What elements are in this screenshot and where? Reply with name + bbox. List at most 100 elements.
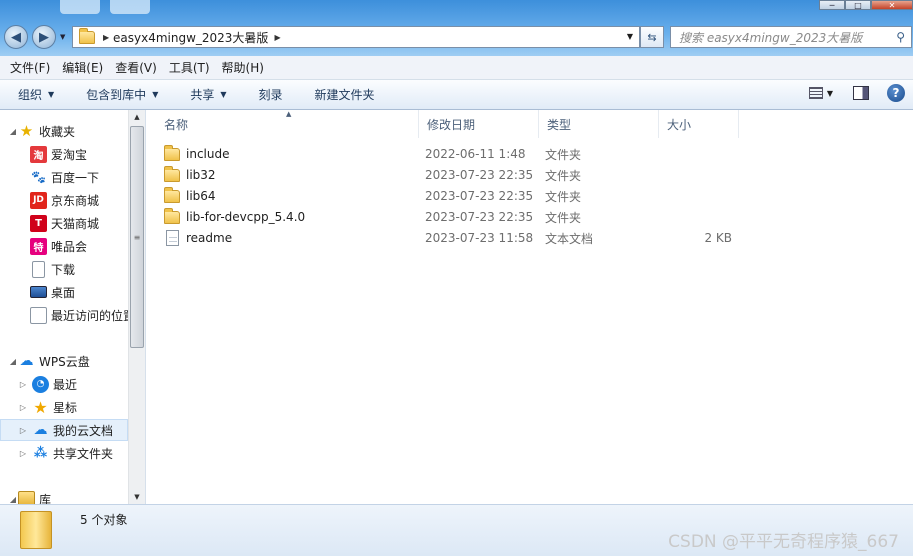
folder-icon: [79, 28, 95, 44]
column-header-label: 大小: [667, 117, 692, 132]
baidu-icon: 🐾: [31, 170, 46, 184]
title-bar: ─ □ ✕ ◀ ▶ ▼ ▶ easyx4mingw_2023大暑版 ▶ ▼ ⇆ …: [0, 0, 913, 56]
refresh-icon: ⇆: [647, 30, 657, 44]
sidebar-item-label: 百度一下: [51, 170, 100, 185]
expand-arrow-icon[interactable]: ▷: [18, 449, 28, 458]
address-bar[interactable]: ▶ easyx4mingw_2023大暑版 ▶ ▼: [72, 26, 640, 48]
file-row-lib64[interactable]: lib64 2023-07-23 22:35 文件夹: [164, 186, 724, 206]
sidebar-item-cloud-docs[interactable]: ▷ ☁ 我的云文档: [0, 419, 128, 441]
arrow-left-icon: ◀: [11, 29, 21, 45]
close-button[interactable]: ✕: [871, 0, 913, 10]
burn-button[interactable]: 刻录: [259, 86, 283, 103]
breadcrumb-arrow-icon[interactable]: ▶: [274, 33, 280, 42]
sidebar-item-recent[interactable]: ▷ ◔ 最近: [0, 373, 128, 395]
chevron-down-icon: ▼: [48, 90, 55, 99]
file-row-include[interactable]: include 2022-06-11 1:48 文件夹: [164, 144, 724, 164]
column-header-size[interactable]: 大小: [659, 110, 739, 138]
sidebar-item-vip[interactable]: 特 唯品会: [0, 235, 128, 257]
refresh-button[interactable]: ⇆: [640, 26, 664, 48]
include-in-library-button[interactable]: 包含到库中 ▼: [86, 86, 158, 103]
search-input[interactable]: 搜索 easyx4mingw_2023大暑版 ⚲: [670, 26, 912, 48]
file-list: ▲ 名称 修改日期 类型 大小 include 2022-06-11 1:48 …: [146, 110, 913, 504]
change-view-icon[interactable]: [808, 87, 823, 99]
clock-icon: ◔: [32, 375, 49, 393]
file-type: 文件夹: [545, 147, 582, 162]
new-folder-button[interactable]: 新建文件夹: [315, 86, 375, 103]
sidebar-item-label: 京东商城: [51, 193, 100, 208]
new-folder-label: 新建文件夹: [314, 88, 375, 102]
sidebar-item-tmall[interactable]: T 天猫商城: [0, 212, 128, 234]
file-size: 2 KB: [704, 231, 732, 245]
scroll-up-icon[interactable]: ▲: [129, 110, 145, 124]
file-row-lib-for-devcpp[interactable]: lib-for-devcpp_5.4.0 2023-07-23 22:35 文件…: [164, 207, 724, 227]
sidebar-item-recent-places[interactable]: 最近访问的位置: [0, 304, 128, 326]
minimize-button[interactable]: ─: [819, 0, 845, 10]
preview-pane-icon[interactable]: [853, 86, 869, 100]
menu-tools[interactable]: 工具(T): [169, 59, 210, 76]
help-icon[interactable]: ?: [887, 84, 905, 102]
sidebar-item-label: 下载: [51, 262, 76, 277]
folder-icon: [164, 207, 180, 224]
organize-button[interactable]: 组织 ▼: [18, 86, 54, 103]
collapse-arrow-icon[interactable]: ◢: [8, 127, 18, 136]
expand-arrow-icon[interactable]: ▷: [18, 426, 28, 435]
column-header-type[interactable]: 类型: [539, 110, 659, 138]
maximize-button[interactable]: □: [845, 0, 871, 10]
recent-places-icon: [30, 306, 47, 324]
folder-icon: [164, 165, 180, 182]
chevron-down-icon: ▼: [152, 90, 159, 99]
breadcrumb-current[interactable]: easyx4mingw_2023大暑版: [113, 29, 268, 46]
menu-edit[interactable]: 编辑(E): [62, 59, 103, 76]
view-options-dropdown-icon[interactable]: ▼: [827, 89, 833, 98]
breadcrumb-arrow-icon[interactable]: ▶: [103, 33, 109, 42]
file-name: readme: [186, 231, 233, 245]
organize-label: 组织: [18, 88, 43, 102]
share-label: 共享: [190, 88, 215, 102]
file-name: lib64: [186, 189, 216, 203]
sidebar-group-favorites[interactable]: ◢ ★ 收藏夹: [0, 120, 128, 142]
command-bar: 组织 ▼ 包含到库中 ▼ 共享 ▼ 刻录 新建文件夹 ▼ ?: [0, 80, 913, 110]
desktop-icon: [30, 286, 47, 298]
download-icon: [32, 260, 45, 278]
sidebar-item-desktop[interactable]: 桌面: [0, 281, 128, 303]
file-type: 文件夹: [545, 168, 582, 183]
share-button[interactable]: 共享 ▼: [190, 86, 226, 103]
include-in-library-label: 包含到库中: [86, 88, 147, 102]
expand-arrow-icon[interactable]: ▷: [18, 380, 28, 389]
scroll-thumb[interactable]: ≡: [130, 126, 144, 348]
recent-pages-dropdown[interactable]: ▼: [60, 33, 65, 41]
sidebar-item-shared-folder[interactable]: ▷ ⁂ 共享文件夹: [0, 442, 128, 464]
file-row-readme[interactable]: readme 2023-07-23 11:58 文本文档 2 KB: [164, 228, 732, 248]
collapse-arrow-icon[interactable]: ◢: [8, 495, 18, 504]
file-row-lib32[interactable]: lib32 2023-07-23 22:35 文件夹: [164, 165, 724, 185]
sidebar-item-baidu[interactable]: 🐾 百度一下: [0, 166, 128, 188]
search-icon[interactable]: ⚲: [896, 30, 905, 44]
details-pane: 5 个对象 CSDN @平平无奇程序猿_667: [0, 504, 913, 556]
sidebar-item-label: 唯品会: [51, 239, 88, 254]
back-button[interactable]: ◀: [4, 25, 28, 49]
menu-file[interactable]: 文件(F): [10, 59, 50, 76]
sidebar-group-wps[interactable]: ◢ ☁ WPS云盘: [0, 350, 128, 372]
navigation-pane: ◢ ★ 收藏夹 淘 爱淘宝 🐾 百度一下 JD 京东商城 T 天猫商城 特 唯品…: [0, 110, 146, 508]
menu-view[interactable]: 查看(V): [115, 59, 157, 76]
menu-help[interactable]: 帮助(H): [222, 59, 264, 76]
address-dropdown-icon[interactable]: ▼: [627, 32, 633, 41]
vip-icon: 特: [30, 237, 47, 255]
sidebar-item-jd[interactable]: JD 京东商城: [0, 189, 128, 211]
forward-button[interactable]: ▶: [32, 25, 56, 49]
taobao-icon: 淘: [30, 145, 47, 163]
sidebar-item-downloads[interactable]: 下载: [0, 258, 128, 280]
cloud-icon: ☁: [19, 353, 34, 369]
sidebar-item-label: 我的云文档: [53, 423, 114, 438]
item-count: 5 个对象: [80, 513, 128, 527]
sidebar-scrollbar[interactable]: ▲ ≡ ▼: [128, 110, 145, 504]
column-header-modified[interactable]: 修改日期: [419, 110, 539, 138]
sidebar-item-starred[interactable]: ▷ ★ 星标: [0, 396, 128, 418]
file-modified: 2023-07-23 22:35: [425, 168, 534, 182]
column-header-name[interactable]: 名称: [156, 110, 419, 138]
sidebar-item-taobao[interactable]: 淘 爱淘宝: [0, 143, 128, 165]
scroll-down-icon[interactable]: ▼: [129, 490, 145, 504]
expand-arrow-icon[interactable]: ▷: [18, 403, 28, 412]
collapse-arrow-icon[interactable]: ◢: [8, 357, 18, 366]
jd-icon: JD: [30, 191, 47, 209]
